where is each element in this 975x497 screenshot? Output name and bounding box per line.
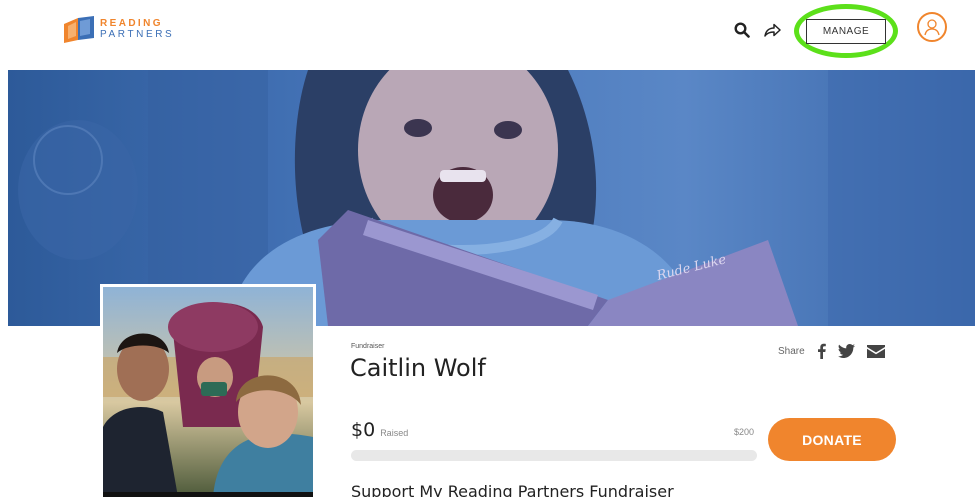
share-arrow-icon[interactable] (763, 22, 781, 38)
logo-line-1: READING (100, 18, 163, 29)
raised-amount-row: $0 Raised (351, 419, 408, 441)
family-selfie-photo (103, 287, 313, 497)
raised-amount: $0 (351, 419, 376, 441)
manage-highlight: MANAGE (794, 4, 898, 58)
progress-bar (351, 450, 757, 461)
reading-partners-logo[interactable]: READING PARTNERS (62, 14, 174, 44)
email-icon[interactable] (866, 344, 885, 358)
book-logo-icon (64, 16, 94, 43)
goal-amount: $200 (734, 427, 755, 437)
user-avatar-icon[interactable] (917, 12, 947, 42)
raised-label: Raised (380, 428, 409, 438)
donate-button[interactable]: DONATE (768, 418, 896, 461)
user-silhouette-icon (924, 19, 940, 36)
logo-wordmark: READING PARTNERS (100, 18, 174, 40)
twitter-icon[interactable] (837, 344, 855, 358)
site-header: READING PARTNERS MANAGE (0, 0, 975, 70)
story-title: Support My Reading Partners Fundraiser (351, 482, 674, 497)
share-row: Share (778, 343, 897, 359)
manage-button[interactable]: MANAGE (806, 19, 886, 44)
share-label: Share (778, 345, 805, 357)
fundraiser-type-label: Fundraiser (351, 343, 385, 350)
logo-line-2: PARTNERS (100, 29, 175, 40)
facebook-icon[interactable] (817, 343, 826, 359)
fundraiser-name: Caitlin Wolf (350, 354, 486, 382)
search-icon[interactable] (734, 22, 750, 38)
profile-photo-frame (100, 284, 316, 497)
